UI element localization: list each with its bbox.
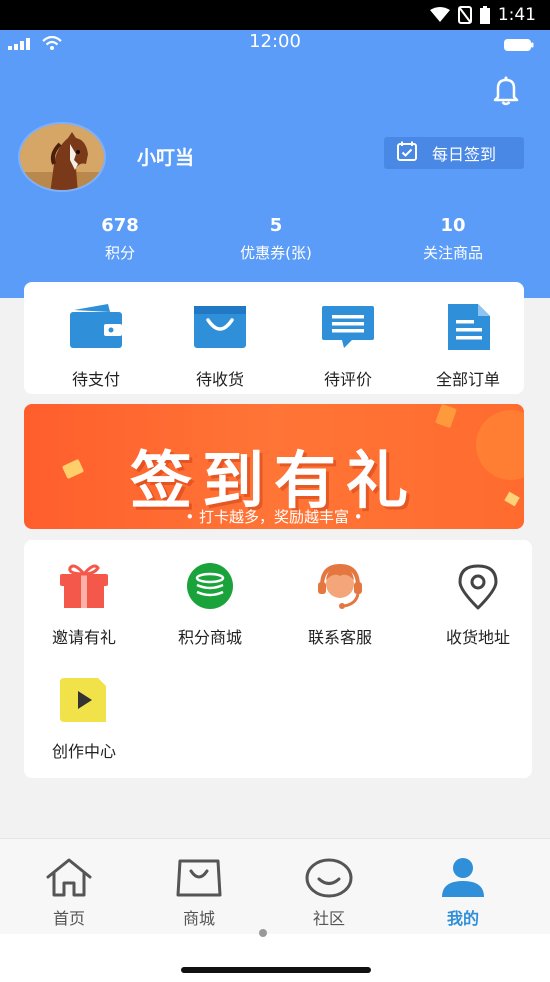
shop-bag-icon (154, 857, 244, 903)
services-card: 邀请有礼 积分商城 联系客服 收货地址 创作中心 (24, 540, 532, 778)
service-points-mall[interactable]: 积分商城 (150, 562, 270, 648)
tab-community[interactable]: 社区 (284, 857, 374, 929)
order-all[interactable]: 全部订单 (418, 304, 518, 390)
status-time: 12:00 (249, 31, 301, 52)
calendar-check-icon (396, 140, 418, 166)
signin-reward-banner[interactable]: 签到有礼 • 打卡越多，奖励越丰富 • (24, 404, 524, 529)
order-label: 全部订单 (435, 370, 500, 389)
order-label: 待收货 (195, 370, 244, 389)
service-label: 邀请有礼 (51, 628, 116, 647)
order-pending-receipt[interactable]: 待收货 (170, 304, 270, 390)
daily-signin-button[interactable]: 每日签到 (384, 137, 524, 169)
banner-subtitle: • 打卡越多，奖励越丰富 • (185, 508, 363, 526)
service-shipping-address[interactable]: 收货地址 (418, 562, 538, 648)
headset-icon (280, 562, 400, 614)
notification-bell-icon[interactable] (490, 74, 522, 110)
tab-shop[interactable]: 商城 (154, 857, 244, 929)
tab-label: 商城 (182, 909, 215, 928)
gesture-area (0, 934, 550, 982)
location-icon (418, 562, 538, 614)
tab-label: 我的 (446, 909, 479, 928)
stat-label: 优惠券(张) (240, 244, 312, 262)
tab-label: 社区 (312, 909, 345, 928)
wallet-icon (46, 304, 146, 354)
order-label: 待支付 (71, 370, 120, 389)
bag-icon (170, 304, 270, 354)
coins-icon (150, 562, 270, 614)
status-bar: 12:00 (0, 30, 550, 54)
stat-value: 678 (101, 215, 139, 236)
wifi-icon (429, 7, 450, 23)
service-invite-reward[interactable]: 邀请有礼 (24, 562, 144, 648)
stat-points[interactable]: 678 积分 (70, 215, 170, 263)
page-indicator-dot (259, 929, 267, 937)
smile-icon (284, 857, 374, 903)
system-status-bar: 1:41 (0, 0, 550, 30)
orders-card: 待支付 待收货 待评价 全部订单 (24, 282, 524, 394)
system-time: 1:41 (497, 5, 536, 25)
stat-followed-products[interactable]: 10 关注商品 (400, 215, 506, 263)
service-label: 联系客服 (307, 628, 372, 647)
banner-decoration (435, 404, 457, 429)
service-label: 收货地址 (445, 628, 510, 647)
service-label: 创作中心 (51, 742, 116, 761)
order-label: 待评价 (323, 370, 372, 389)
battery-icon (504, 36, 534, 55)
order-pending-review[interactable]: 待评价 (298, 304, 398, 390)
tab-home[interactable]: 首页 (24, 857, 114, 929)
battery-icon (479, 6, 490, 24)
stat-label: 关注商品 (422, 244, 483, 262)
stat-label: 积分 (104, 244, 135, 262)
tab-label: 首页 (52, 909, 85, 928)
username: 小叮当 (137, 147, 195, 169)
service-label: 积分商城 (177, 628, 242, 647)
service-customer-support[interactable]: 联系客服 (280, 562, 400, 648)
video-icon (24, 676, 144, 728)
no-sim-icon (457, 6, 472, 24)
stat-value: 10 (440, 215, 466, 236)
gift-icon (24, 562, 144, 614)
service-creator-center[interactable]: 创作中心 (24, 676, 144, 762)
user-stats: 678 积分 5 优惠券(张) 10 关注商品 (0, 215, 550, 275)
order-pending-payment[interactable]: 待支付 (46, 304, 146, 390)
tab-mine[interactable]: 我的 (418, 857, 508, 929)
signin-label: 每日签到 (432, 145, 497, 164)
user-icon (418, 857, 508, 903)
stat-coupons[interactable]: 5 优惠券(张) (220, 215, 332, 263)
chat-icon (298, 304, 398, 354)
avatar[interactable] (18, 122, 106, 192)
home-icon (24, 857, 114, 903)
home-indicator[interactable] (181, 967, 371, 973)
bottom-tab-bar: 首页 商城 社区 我的 (0, 838, 550, 934)
stat-value: 5 (269, 215, 283, 236)
profile-header: 12:00 小叮当 每日签到 678 积分 5 优惠券(张) 10 关注商品 (0, 30, 550, 298)
document-icon (418, 304, 518, 354)
